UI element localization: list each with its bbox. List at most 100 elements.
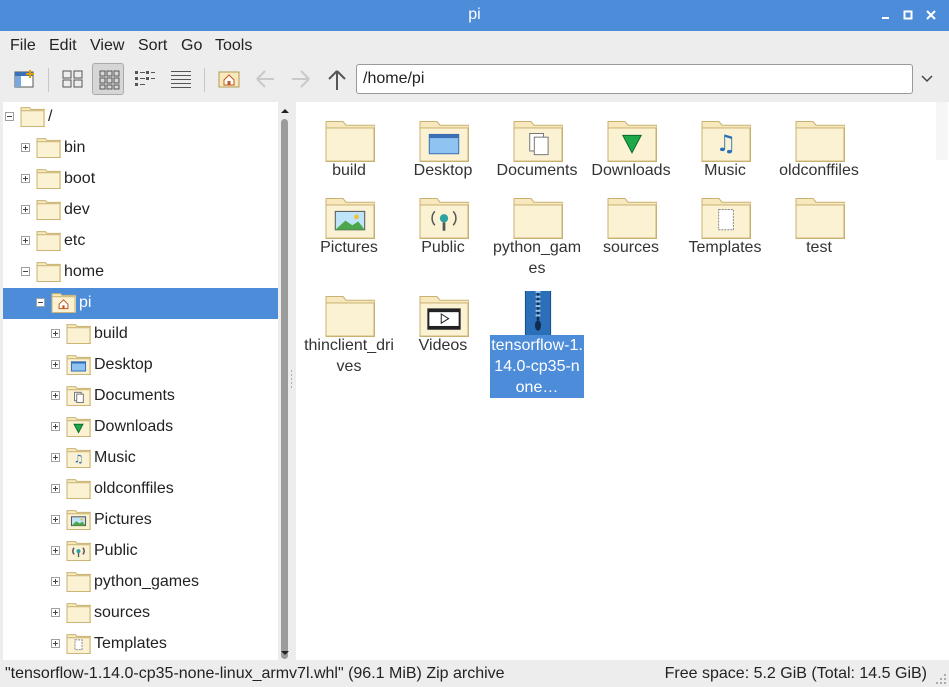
menu-edit[interactable]: Edit [49, 37, 77, 55]
menu-tools[interactable]: Tools [215, 37, 252, 55]
tree-item-bin[interactable]: bin [3, 133, 278, 164]
expand-toggle[interactable] [21, 205, 30, 214]
tree-item-home[interactable]: home [3, 257, 278, 288]
tree-item-label: Public [94, 542, 138, 559]
up-button[interactable] [320, 63, 352, 95]
tree-item-pi[interactable]: pi [3, 288, 278, 319]
back-button[interactable] [248, 63, 280, 95]
folder-icon [66, 477, 92, 500]
folder-icon [66, 601, 92, 624]
expand-toggle[interactable] [51, 453, 60, 462]
view-icons-button[interactable] [56, 63, 88, 95]
expand-toggle[interactable] [51, 484, 60, 493]
tree-item-label: Music [94, 449, 136, 466]
documents-folder-icon [513, 116, 564, 163]
resize-grip-icon[interactable] [935, 673, 947, 685]
folder-icon [513, 193, 564, 240]
chevron-down-icon[interactable] [920, 72, 934, 86]
view-compact-button[interactable] [128, 63, 160, 95]
expand-toggle[interactable] [51, 577, 60, 586]
file-item-tensorflow-1-14-0-cp35-none[interactable]: tensorflow-1.14.0-cp35-none… [490, 283, 584, 398]
toolbar-separator [48, 68, 49, 92]
folder-icon [36, 229, 62, 252]
file-item-public[interactable]: Public [396, 185, 490, 281]
tree-item-label: bin [64, 139, 86, 156]
expand-toggle[interactable] [51, 329, 60, 338]
file-item-thinclient-drives[interactable]: thinclient_drives [302, 283, 396, 379]
tree-item-label: etc [64, 232, 86, 249]
view-list-button[interactable] [164, 63, 196, 95]
tree-item-desktop[interactable]: Desktop [3, 350, 278, 381]
tree-item-label: oldconffiles [94, 480, 174, 497]
tree-scrollbar-thumb[interactable] [281, 119, 288, 659]
directory-tree: / bin boot dev etc home pi build Desktop Document… [3, 102, 278, 660]
file-item-label: build [332, 162, 366, 179]
home-button[interactable] [212, 63, 244, 95]
tree-item-sources[interactable]: sources [3, 598, 278, 629]
tree-item-etc[interactable]: etc [3, 226, 278, 257]
tree-item-documents[interactable]: Documents [3, 381, 278, 412]
expand-toggle[interactable] [51, 391, 60, 400]
scroll-up-arrow-icon[interactable] [280, 106, 290, 116]
menu-view[interactable]: View [90, 37, 124, 55]
scroll-down-arrow-icon[interactable] [280, 648, 290, 658]
file-view: build Desktop Documents Downloads ♫ Music oldc… [296, 102, 949, 660]
collapse-toggle[interactable] [21, 267, 30, 276]
tree-item-build[interactable]: build [3, 319, 278, 350]
folder-icon [325, 116, 376, 163]
tree-item-label: Documents [94, 387, 175, 404]
expand-toggle[interactable] [51, 422, 60, 431]
tree-item-pictures[interactable]: Pictures [3, 505, 278, 536]
music-folder-icon: ♫ [66, 446, 92, 469]
file-item-label: Downloads [591, 162, 671, 179]
expand-toggle[interactable] [51, 608, 60, 617]
expand-toggle[interactable] [21, 143, 30, 152]
pictures-folder-icon [325, 193, 376, 240]
tree-item-label: boot [64, 170, 96, 187]
file-item-videos[interactable]: Videos [396, 283, 490, 379]
tree-item-boot[interactable]: boot [3, 164, 278, 195]
file-item-pictures[interactable]: Pictures [302, 185, 396, 281]
expand-toggle[interactable] [21, 236, 30, 245]
menu-sort[interactable]: Sort [138, 37, 167, 55]
file-item-python-games[interactable]: python_games [490, 185, 584, 281]
menu-file[interactable]: File [10, 37, 36, 55]
collapse-toggle[interactable] [36, 298, 45, 307]
file-item-templates[interactable]: Templates [678, 185, 772, 281]
view-thumbnails-button[interactable] [92, 63, 124, 95]
tree-item-root[interactable]: / [3, 102, 278, 133]
svg-text:♫: ♫ [716, 131, 737, 157]
collapse-toggle[interactable] [5, 112, 14, 121]
selection-info: "tensorflow-1.14.0-cp35-none-linux_armv7… [5, 665, 505, 682]
expand-toggle[interactable] [21, 174, 30, 183]
folder-icon [36, 198, 62, 221]
path-input[interactable] [363, 70, 893, 88]
file-item-sources[interactable]: sources [584, 185, 678, 281]
tree-item-dev[interactable]: dev [3, 195, 278, 226]
public-folder-icon [419, 193, 470, 240]
tree-item-templates[interactable]: Templates [3, 629, 278, 660]
menu-go[interactable]: Go [181, 37, 202, 55]
tree-item-label: build [94, 325, 128, 342]
expand-toggle[interactable] [51, 360, 60, 369]
close-icon[interactable] [923, 7, 939, 23]
tree-item-public[interactable]: Public [3, 536, 278, 567]
forward-button[interactable] [284, 63, 316, 95]
folder-icon [607, 193, 658, 240]
tree-item-python-games[interactable]: python_games [3, 567, 278, 598]
file-view-scrollbar[interactable] [936, 102, 948, 160]
pane-splitter-handle[interactable] [290, 370, 293, 388]
tree-item-music[interactable]: ♫ Music [3, 443, 278, 474]
new-window-button[interactable] [8, 63, 40, 95]
file-item-label: Pictures [320, 239, 378, 256]
expand-toggle[interactable] [51, 639, 60, 648]
maximize-icon[interactable] [900, 7, 916, 23]
file-item-test[interactable]: test [772, 185, 866, 281]
toolbar-separator [204, 68, 205, 92]
path-bar[interactable] [356, 64, 913, 94]
tree-item-oldconffiles[interactable]: oldconffiles [3, 474, 278, 505]
minimize-icon[interactable] [877, 7, 893, 23]
expand-toggle[interactable] [51, 546, 60, 555]
tree-item-downloads[interactable]: Downloads [3, 412, 278, 443]
expand-toggle[interactable] [51, 515, 60, 524]
